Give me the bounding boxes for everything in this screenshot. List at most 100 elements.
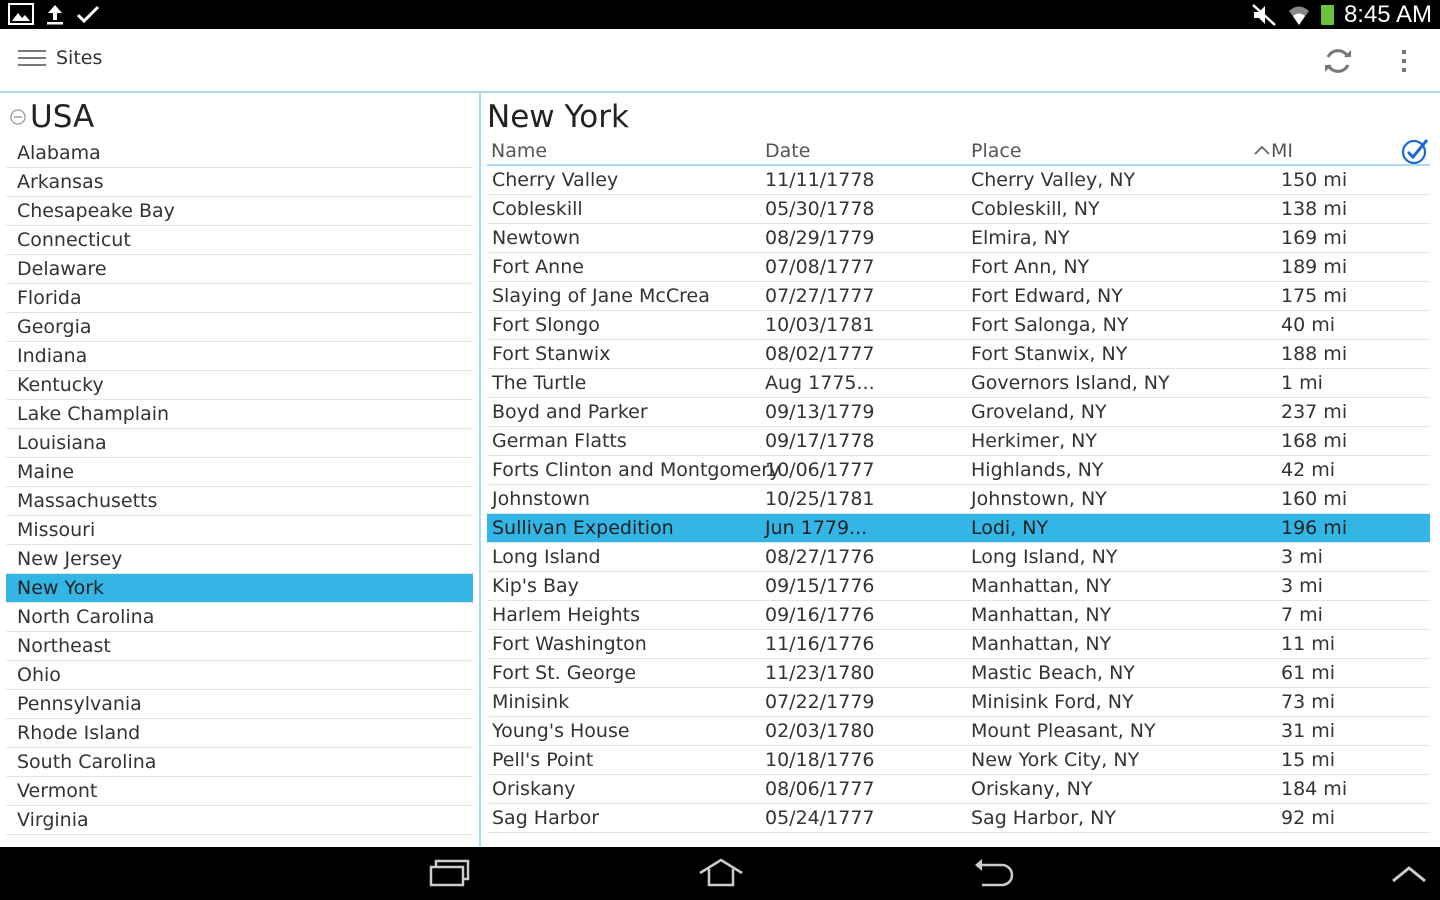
site-date: 10/03/1781 bbox=[765, 314, 875, 336]
site-name: Oriskany bbox=[492, 778, 576, 800]
state-item[interactable]: New Jersey bbox=[6, 545, 473, 574]
site-row[interactable]: Fort Stanwix 08/02/1777 Fort Stanwix, NY 18… bbox=[487, 340, 1430, 369]
site-name: Boyd and Parker bbox=[492, 401, 648, 423]
state-item[interactable]: Alabama bbox=[6, 139, 473, 168]
site-row[interactable]: Sag Harbor 05/24/1777 Sag Harbor, NY 92 mi bbox=[487, 804, 1430, 833]
state-item[interactable]: Indiana bbox=[6, 342, 473, 371]
site-date: 08/06/1777 bbox=[765, 778, 875, 800]
site-distance: 3 mi bbox=[1281, 546, 1323, 568]
header-place[interactable]: Place bbox=[971, 139, 1022, 164]
sites-pane: New York Name Date Place MI Cherry Valle… bbox=[481, 93, 1440, 847]
country-header[interactable]: USA bbox=[10, 99, 94, 135]
site-name: Newtown bbox=[492, 227, 581, 249]
site-distance: 42 mi bbox=[1281, 459, 1336, 481]
app-title: Sites bbox=[56, 47, 103, 69]
site-name: Fort Anne bbox=[492, 256, 584, 278]
refresh-icon[interactable] bbox=[1322, 45, 1354, 77]
site-row[interactable]: Slaying of Jane McCrea 07/27/1777 Fort Edw… bbox=[487, 282, 1430, 311]
site-row[interactable]: Cherry Valley 11/11/1778 Cherry Valley, NY… bbox=[487, 166, 1430, 195]
state-item[interactable]: Missouri bbox=[6, 516, 473, 545]
site-row[interactable]: Long Island 08/27/1776 Long Island, NY 3 mi bbox=[487, 543, 1430, 572]
region-title: New York bbox=[487, 99, 629, 135]
action-bar: Sites bbox=[0, 29, 1440, 93]
site-row[interactable]: Sullivan Expedition Jun 1779... Lodi, NY 19… bbox=[487, 514, 1430, 543]
select-check-icon[interactable] bbox=[1400, 136, 1430, 166]
site-place: Fort Stanwix, NY bbox=[971, 343, 1128, 365]
state-item[interactable]: Louisiana bbox=[6, 429, 473, 458]
header-date[interactable]: Date bbox=[765, 139, 810, 164]
site-name: Forts Clinton and Montgomery bbox=[492, 459, 781, 481]
site-date: 08/29/1779 bbox=[765, 227, 875, 249]
site-row[interactable]: German Flatts 09/17/1778 Herkimer, NY 168 m… bbox=[487, 427, 1430, 456]
state-item[interactable]: Northeast bbox=[6, 632, 473, 661]
site-row[interactable]: Fort St. George 11/23/1780 Mastic Beach, N… bbox=[487, 659, 1430, 688]
site-row[interactable]: Newtown 08/29/1779 Elmira, NY 169 mi bbox=[487, 224, 1430, 253]
state-item[interactable]: Arkansas bbox=[6, 168, 473, 197]
site-row[interactable]: The Turtle Aug 1775... Governors Island, N… bbox=[487, 369, 1430, 398]
site-distance: 169 mi bbox=[1281, 227, 1348, 249]
navigation-bar bbox=[0, 847, 1440, 900]
state-item[interactable]: Vermont bbox=[6, 777, 473, 806]
site-row[interactable]: Pell's Point 10/18/1776 New York City, NY 1… bbox=[487, 746, 1430, 775]
site-place: Governors Island, NY bbox=[971, 372, 1170, 394]
state-item[interactable]: North Carolina bbox=[6, 603, 473, 632]
collapse-icon[interactable] bbox=[10, 109, 26, 125]
site-distance: 15 mi bbox=[1281, 749, 1336, 771]
state-item[interactable]: Kentucky bbox=[6, 371, 473, 400]
header-mi-label: MI bbox=[1271, 140, 1293, 162]
site-row[interactable]: Young's House 02/03/1780 Mount Pleasant, N… bbox=[487, 717, 1430, 746]
state-item[interactable]: Pennsylvania bbox=[6, 690, 473, 719]
site-row[interactable]: Fort Washington 11/16/1776 Manhattan, NY 11… bbox=[487, 630, 1430, 659]
site-row[interactable]: Oriskany 08/06/1777 Oriskany, NY 184 mi bbox=[487, 775, 1430, 804]
state-item[interactable]: New York bbox=[6, 574, 473, 603]
site-date: 11/23/1780 bbox=[765, 662, 875, 684]
state-item[interactable]: Connecticut bbox=[6, 226, 473, 255]
state-item[interactable]: Virginia bbox=[6, 806, 473, 835]
site-date: 08/02/1777 bbox=[765, 343, 875, 365]
state-item[interactable]: Georgia bbox=[6, 313, 473, 342]
site-place: Cobleskill, NY bbox=[971, 198, 1100, 220]
site-row[interactable]: Minisink 07/22/1779 Minisink Ford, NY 73 mi bbox=[487, 688, 1430, 717]
sites-menu-button[interactable]: Sites bbox=[18, 47, 102, 69]
site-name: Kip's Bay bbox=[492, 575, 579, 597]
site-distance: 160 mi bbox=[1281, 488, 1348, 510]
recent-apps-icon[interactable] bbox=[428, 857, 472, 889]
site-distance: 40 mi bbox=[1281, 314, 1336, 336]
site-distance: 188 mi bbox=[1281, 343, 1348, 365]
state-item[interactable]: Delaware bbox=[6, 255, 473, 284]
header-name[interactable]: Name bbox=[491, 139, 547, 164]
state-item[interactable]: Florida bbox=[6, 284, 473, 313]
site-name: The Turtle bbox=[492, 372, 587, 394]
wifi-icon bbox=[1288, 6, 1309, 25]
header-mi[interactable]: MI bbox=[1253, 139, 1293, 164]
back-icon[interactable] bbox=[972, 857, 1014, 889]
home-icon[interactable] bbox=[696, 857, 746, 889]
site-name: German Flatts bbox=[492, 430, 627, 452]
overflow-menu-icon[interactable] bbox=[1394, 45, 1414, 77]
site-row[interactable]: Boyd and Parker 09/13/1779 Groveland, NY 23… bbox=[487, 398, 1430, 427]
site-row[interactable]: Fort Slongo 10/03/1781 Fort Salonga, NY 40 … bbox=[487, 311, 1430, 340]
state-item[interactable]: Lake Champlain bbox=[6, 400, 473, 429]
sort-ascending-icon bbox=[1254, 145, 1270, 155]
chevron-up-icon[interactable] bbox=[1390, 863, 1428, 885]
site-row[interactable]: Cobleskill 05/30/1778 Cobleskill, NY 138 mi bbox=[487, 195, 1430, 224]
site-place: Mastic Beach, NY bbox=[971, 662, 1135, 684]
state-item[interactable]: Chesapeake Bay bbox=[6, 197, 473, 226]
site-date: 07/08/1777 bbox=[765, 256, 875, 278]
site-row[interactable]: Kip's Bay 09/15/1776 Manhattan, NY 3 mi bbox=[487, 572, 1430, 601]
state-item[interactable]: South Carolina bbox=[6, 748, 473, 777]
site-place: Highlands, NY bbox=[971, 459, 1104, 481]
state-item[interactable]: Maine bbox=[6, 458, 473, 487]
site-name: Cherry Valley bbox=[492, 169, 619, 191]
site-row[interactable]: Fort Anne 07/08/1777 Fort Ann, NY 189 mi bbox=[487, 253, 1430, 282]
site-row[interactable]: Johnstown 10/25/1781 Johnstown, NY 160 mi bbox=[487, 485, 1430, 514]
state-item[interactable]: Rhode Island bbox=[6, 719, 473, 748]
site-name: Pell's Point bbox=[492, 749, 594, 771]
site-place: Elmira, NY bbox=[971, 227, 1070, 249]
state-item[interactable]: Massachusetts bbox=[6, 487, 473, 516]
site-name: Fort Washington bbox=[492, 633, 647, 655]
site-row[interactable]: Harlem Heights 09/16/1776 Manhattan, NY 7 m… bbox=[487, 601, 1430, 630]
state-item[interactable]: Ohio bbox=[6, 661, 473, 690]
site-row[interactable]: Forts Clinton and Montgomery 10/06/1777 Hi… bbox=[487, 456, 1430, 485]
site-name: Harlem Heights bbox=[492, 604, 640, 626]
